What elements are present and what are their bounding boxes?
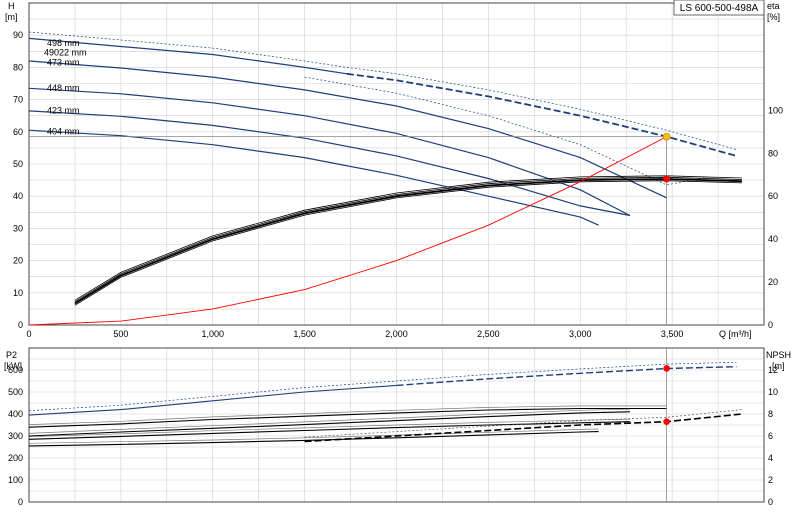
y-tick-label: 10 <box>13 288 23 298</box>
y2-axis-label: NPSH <box>766 350 791 360</box>
y2-axis-unit: [m] <box>772 361 785 371</box>
efficiency-curve <box>74 178 742 305</box>
y2-tick-label: 20 <box>768 277 778 287</box>
curve-label: 404 mm <box>47 127 80 137</box>
head-efficiency-chart: 0 500 1,000 1,500 2,000 2,500 3,000 3,500010203… <box>5 0 783 339</box>
y2-axis-unit: [%] <box>767 12 780 22</box>
system-curve <box>28 136 667 326</box>
y2-tick-label: 0 <box>768 497 773 507</box>
x-tick-label: 3,000 <box>569 329 592 339</box>
y-tick-label: 500 <box>8 387 23 397</box>
curve-label: 498 mm <box>47 38 80 48</box>
y2-axis-label: eta <box>767 1 780 11</box>
x-tick-label: 2,500 <box>477 329 500 339</box>
y2-tick-label: 6 <box>768 431 773 441</box>
npsh-curve <box>304 413 742 443</box>
power-npsh-chart: 0100200300400500600024681012P2[kW]NPSH[m… <box>4 347 791 507</box>
y2-tick-label: 40 <box>768 234 778 244</box>
x-tick-label: 500 <box>113 329 128 339</box>
curve-label: 448 mm <box>47 83 80 93</box>
y-tick-label: 20 <box>13 256 23 266</box>
y-tick-label: 300 <box>8 431 23 441</box>
y2-tick-label: 80 <box>768 148 778 158</box>
duty-point-head <box>662 132 671 141</box>
y-tick-label: 0 <box>18 320 23 330</box>
y-tick-label: 70 <box>13 95 23 105</box>
y-axis-unit: [kW] <box>4 361 22 371</box>
y2-tick-label: 2 <box>768 475 773 485</box>
power-curve-extension <box>396 366 737 387</box>
power-curve <box>28 407 667 428</box>
x-axis-label: Q [m³/h] <box>719 329 752 339</box>
y-axis-label: H <box>8 1 15 11</box>
x-tick-label: 1,500 <box>293 329 316 339</box>
x-tick-label: 0 <box>26 329 31 339</box>
y-axis-unit: [m] <box>5 12 18 22</box>
y-tick-label: 400 <box>8 409 23 419</box>
y-tick-label: 90 <box>13 30 23 40</box>
chart-title: LS 600-500-498A <box>680 3 759 14</box>
y-tick-label: 50 <box>13 159 23 169</box>
head-curve-extension <box>346 72 737 157</box>
y2-tick-label: 100 <box>768 105 783 115</box>
y-tick-label: 60 <box>13 127 23 137</box>
curve-label: 423 mm <box>47 106 80 116</box>
y-tick-label: 100 <box>8 475 23 485</box>
y2-tick-label: 0 <box>768 320 773 330</box>
curve-label: 473 mm <box>47 57 80 67</box>
y2-tick-label: 4 <box>768 453 773 463</box>
duty-point-efficiency <box>663 175 671 183</box>
y-tick-label: 0 <box>18 497 23 507</box>
y2-tick-label: 8 <box>768 409 773 419</box>
efficiency-curve <box>74 180 742 306</box>
y-tick-label: 200 <box>8 453 23 463</box>
y2-tick-label: 60 <box>768 191 778 201</box>
y2-tick-label: 10 <box>768 387 778 397</box>
y-tick-label: 40 <box>13 191 23 201</box>
y-tick-label: 30 <box>13 223 23 233</box>
x-tick-label: 2,000 <box>385 329 408 339</box>
head-curve <box>28 110 631 217</box>
curve-label: 49022 mm <box>44 48 87 58</box>
y-axis-label: P2 <box>6 350 17 360</box>
pump-curve-chart: 0 500 1,000 1,500 2,000 2,500 3,000 3,500010203… <box>4 0 791 507</box>
y-tick-label: 80 <box>13 62 23 72</box>
duty-point-npsh <box>663 418 670 426</box>
x-tick-label: 3,500 <box>661 329 684 339</box>
x-tick-label: 1,000 <box>201 329 224 339</box>
duty-point-power <box>663 365 670 372</box>
